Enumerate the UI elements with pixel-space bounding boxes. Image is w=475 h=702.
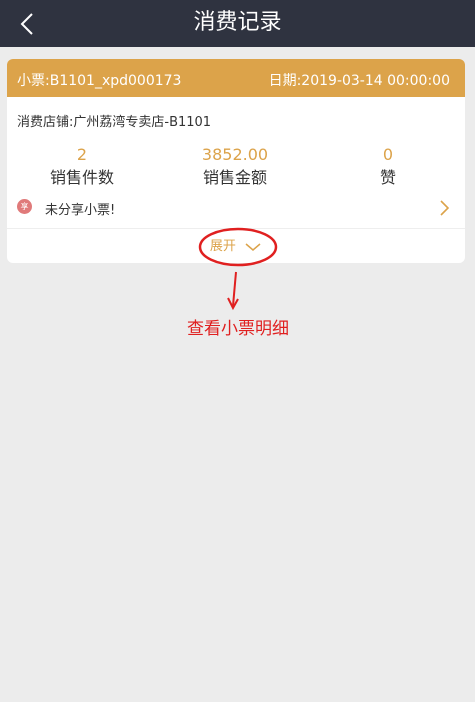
stat-sales-amount: 3852.00 销售金额: [160, 145, 310, 189]
expand-label: 展开: [209, 239, 236, 254]
share-status-text: 未分享小票!: [45, 203, 116, 218]
chevron-right-icon: [440, 200, 450, 216]
stat-value: 0: [382, 145, 394, 164]
ticket-number: 小票:B1101_xpd000173: [17, 73, 182, 89]
stat-label: 销售金额: [202, 168, 267, 187]
divider: [7, 228, 465, 229]
store-name: 消费店铺:广州荔湾专卖店-B1101: [17, 115, 212, 130]
expand-button[interactable]: 展开: [7, 235, 465, 257]
stat-likes: 0 赞: [313, 145, 463, 189]
receipt-card: 小票:B1101_xpd000173 日期:2019-03-14 00:00:0…: [7, 59, 465, 263]
stat-label: 销售件数: [49, 168, 114, 187]
receipt-header: 小票:B1101_xpd000173 日期:2019-03-14 00:00:0…: [7, 59, 465, 97]
stat-value: 3852.00: [201, 145, 269, 164]
stat-value: 2: [76, 145, 88, 164]
chevron-down-icon: [245, 242, 261, 251]
annotation-label: 查看小票明细: [187, 319, 289, 339]
share-receipt-row[interactable]: 享 未分享小票!: [7, 190, 465, 226]
navbar: 消费记录: [0, 0, 475, 47]
ticket-date: 日期:2019-03-14 00:00:00: [268, 73, 450, 89]
share-badge-icon: 享: [17, 199, 32, 214]
stat-label: 赞: [379, 168, 396, 187]
stat-sales-count: 2 销售件数: [7, 145, 157, 189]
page-title: 消费记录: [193, 10, 282, 35]
annotation-arrow-head: [227, 297, 239, 311]
annotation-arrow-line: [232, 271, 237, 307]
